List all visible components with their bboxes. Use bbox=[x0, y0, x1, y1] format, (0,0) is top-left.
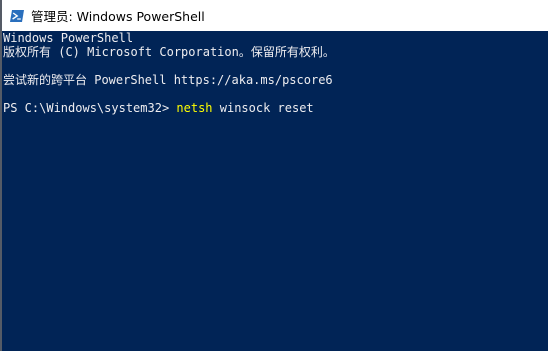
command-name: netsh bbox=[176, 101, 213, 115]
window-border bbox=[0, 0, 2, 351]
tip-line: 尝试新的跨平台 PowerShell https://aka.ms/pscore… bbox=[3, 73, 333, 87]
powershell-window: 管理员: Windows PowerShell Windows PowerShe… bbox=[0, 0, 548, 351]
copyright-line: 版权所有 (C) Microsoft Corporation。保留所有权利。 bbox=[3, 45, 335, 59]
banner-line: Windows PowerShell bbox=[3, 31, 134, 45]
command-arguments: winsock reset bbox=[212, 101, 314, 115]
powershell-icon[interactable] bbox=[9, 8, 25, 24]
console-output[interactable]: Windows PowerShell 版权所有 (C) Microsoft Co… bbox=[3, 31, 548, 351]
command-line[interactable]: PS C:\Windows\system32> netsh winsock re… bbox=[3, 101, 548, 115]
prompt-text: PS C:\Windows\system32> bbox=[3, 101, 177, 115]
title-bar[interactable]: 管理员: Windows PowerShell bbox=[0, 0, 548, 31]
window-title: 管理员: Windows PowerShell bbox=[31, 9, 205, 24]
